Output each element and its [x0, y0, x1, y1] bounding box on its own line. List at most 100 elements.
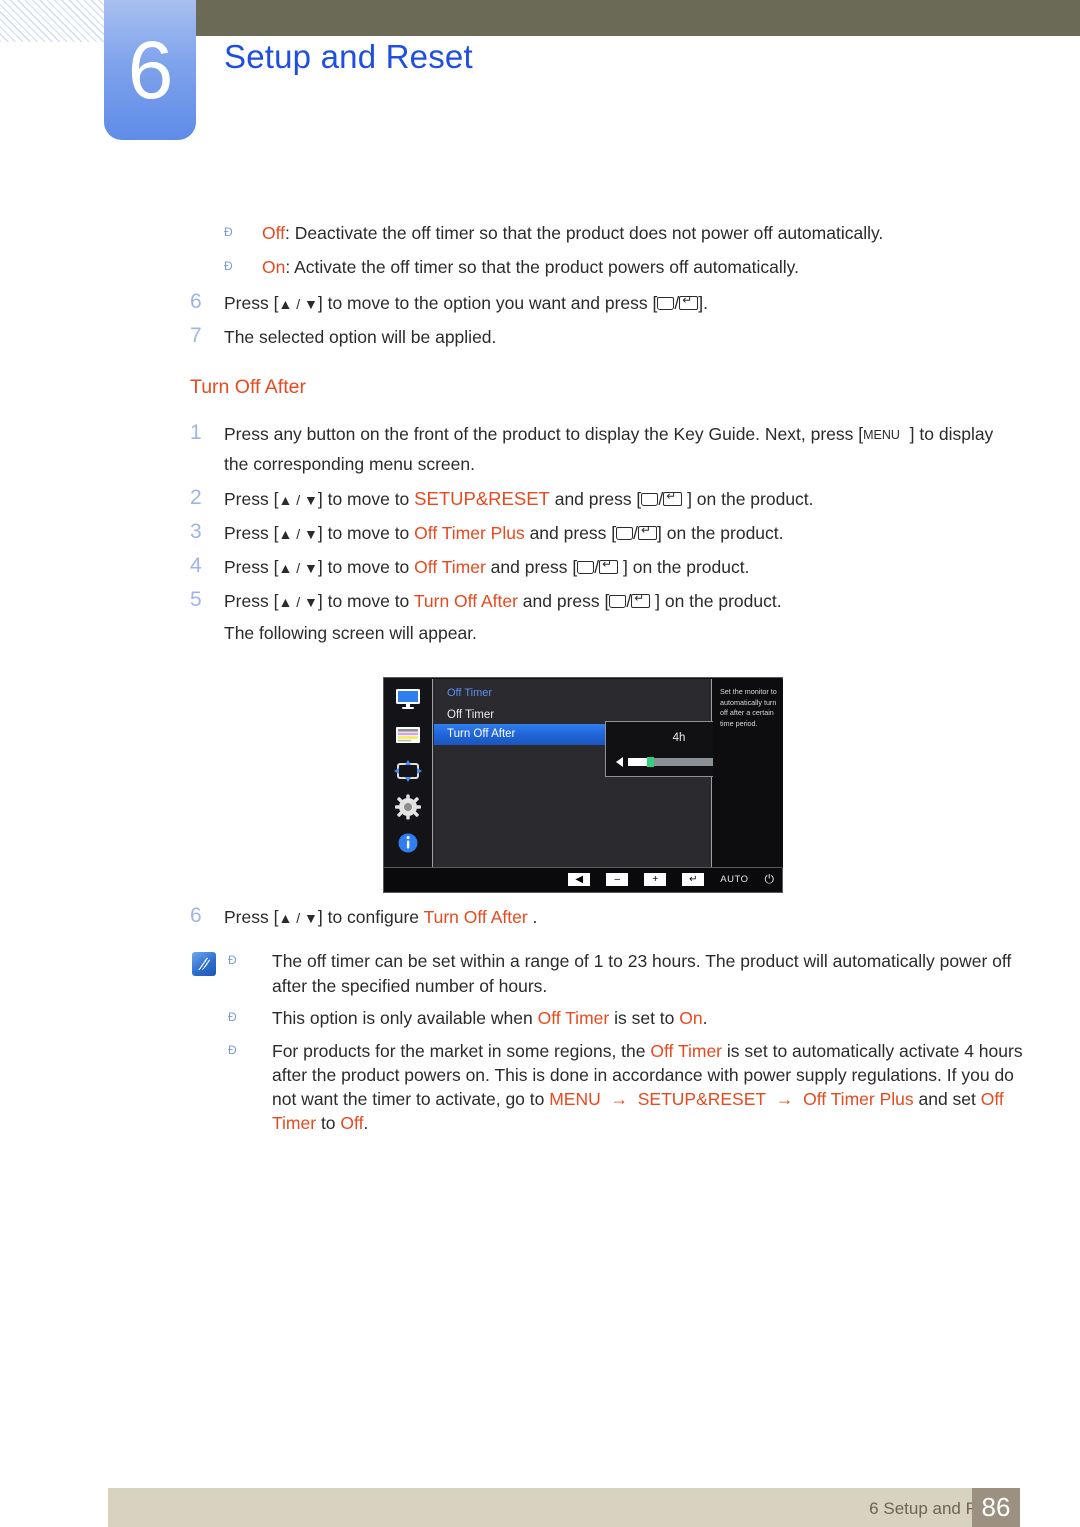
gear-icon[interactable] [393, 794, 423, 820]
source-key-icon [657, 297, 675, 310]
note-3-l1-target: Off Timer [650, 1041, 723, 1061]
note-2-t1: Off Timer [537, 1008, 610, 1028]
step-4: Press [▲ / ▼] to move to Off Timer and p… [224, 552, 749, 583]
osd-plus-button[interactable]: + [644, 873, 667, 886]
bullet-off-text: : Deactivate the off timer so that the p… [285, 223, 884, 243]
after-step5-text: The following screen will appear. [224, 623, 477, 643]
step-text-mid: ] to move to the option you want and pre… [317, 293, 658, 313]
step-number: 1 [190, 421, 202, 444]
footer-page-number: 86 [972, 1488, 1020, 1527]
slider-knob[interactable] [646, 757, 654, 767]
step-3-target: Off Timer Plus [414, 523, 525, 543]
section-subheading: Turn Off After [190, 376, 306, 398]
note-3-l3-pre: not want the timer to activate, go to [272, 1089, 550, 1109]
source-key-icon [577, 561, 595, 574]
step-text-pre: Press [ [224, 293, 279, 313]
updown-arrows: ▲ / ▼ [278, 560, 318, 576]
step-2-post: ] on the product. [687, 489, 814, 509]
note-3-l4-post: . [363, 1113, 369, 1133]
osd-menu-item-off-timer[interactable]: Off Timer [447, 709, 494, 721]
note-icon [192, 952, 216, 976]
step-number: 3 [190, 520, 202, 543]
slider-fill [628, 758, 647, 766]
osd-sidebar [384, 678, 432, 868]
note-3-arrow-1: → [610, 1089, 629, 1109]
step-3-mid: ] to move to [317, 523, 415, 543]
note-2: This option is only available when Off T… [272, 1003, 707, 1033]
menu-key-label: MENU [863, 428, 900, 442]
step-6: Press [▲ / ▼] to configure Turn Off Afte… [224, 902, 537, 933]
step-top-7: The selected option will be applied. [224, 327, 497, 347]
osd-minus-button[interactable]: – [606, 873, 629, 886]
step-1-text-b: ] to display [909, 424, 994, 444]
step-number: 7 [190, 324, 202, 347]
note-3-setup-reset: SETUP&RESET [637, 1089, 767, 1109]
step-3-mid2: and press [ [524, 523, 617, 543]
step-5-mid2: and press [ [517, 591, 610, 611]
note-2-t2: On [679, 1008, 703, 1028]
note-marker: Đ [228, 1043, 237, 1057]
note-3-menu: MENU [549, 1089, 601, 1109]
bullet-off-keyword: Off [262, 223, 286, 243]
note-3-l1-post: is set to automatically activate 4 hours [722, 1041, 1023, 1061]
bullet-marker: Đ [224, 259, 233, 273]
slider-left-arrow-icon[interactable] [616, 757, 623, 767]
step-2-target: SETUP&RESET [414, 488, 550, 509]
color-bars-icon[interactable] [393, 722, 423, 748]
osd-enter-button[interactable]: ↵ [682, 873, 705, 886]
source-key-icon [609, 595, 627, 608]
step-number: 5 [190, 588, 202, 611]
osd-auto-button[interactable]: AUTO [720, 874, 748, 885]
enter-key-icon [599, 559, 619, 574]
step-top-6: Press [▲ / ▼] to move to the option you … [224, 288, 708, 319]
note-3-off-timer-plus: Off Timer Plus [803, 1089, 914, 1109]
updown-arrows: ▲ / ▼ [278, 910, 318, 926]
enter-key-icon [638, 525, 658, 540]
step-4-mid: ] to move to [317, 557, 415, 577]
step-5-post: ] on the product. [655, 591, 782, 611]
osd-menu-item-turn-off-after[interactable]: Turn Off After [434, 724, 606, 745]
step-number: 2 [190, 486, 202, 509]
step-6-post: . [532, 907, 538, 927]
document-body: Đ Off: Deactivate the off timer so that … [0, 0, 1080, 1527]
note-3-l1-pre: For products for the market in some regi… [272, 1041, 651, 1061]
info-icon[interactable] [393, 830, 423, 856]
step-1-line1: Press any button on the front of the pro… [224, 419, 993, 450]
step-number: 6 [190, 904, 202, 927]
note-2-pre: This option is only available when [272, 1008, 538, 1028]
step-3-pre: Press [ [224, 523, 279, 543]
note-3-off: Off [980, 1089, 1004, 1109]
monitor-icon[interactable] [393, 686, 423, 712]
updown-arrows: ▲ / ▼ [278, 296, 318, 312]
note-3-l4-mid: to [316, 1113, 341, 1133]
osd-menu-title: Off Timer [447, 687, 493, 699]
osd-menu-panel: Off Timer Off Timer Turn Off After 4h [432, 679, 753, 868]
step-4-mid2: and press [ [485, 557, 578, 577]
bullet-off: Off: Deactivate the off timer so that th… [262, 218, 883, 248]
step-5: Press [▲ / ▼] to move to Turn Off After … [224, 586, 782, 617]
updown-arrows: ▲ / ▼ [278, 594, 318, 610]
step-6-pre: Press [ [224, 907, 279, 927]
step-5-pre: Press [ [224, 591, 279, 611]
step-text-post: ]. [698, 293, 708, 313]
step-number: 6 [190, 290, 202, 313]
size-position-icon[interactable] [393, 758, 423, 784]
step-4-post: ] on the product. [623, 557, 750, 577]
osd-back-button[interactable]: ◀ [568, 873, 591, 886]
step-number: 4 [190, 554, 202, 577]
enter-key-icon [663, 491, 683, 506]
bullet-on-keyword: On [262, 257, 286, 277]
step-2-pre: Press [ [224, 489, 279, 509]
note-3-line4: Timer to Off. [272, 1108, 368, 1138]
source-key-icon [641, 493, 659, 506]
step-4-pre: Press [ [224, 557, 279, 577]
osd-screenshot: Off Timer Off Timer Turn Off After 4h Se… [383, 677, 783, 893]
osd-power-button[interactable]: ⏻ [765, 872, 775, 887]
updown-arrows: ▲ / ▼ [278, 526, 318, 542]
enter-key-icon [631, 593, 651, 608]
step-3-post: ] on the product. [657, 523, 784, 543]
source-key-icon [616, 527, 634, 540]
step-3: Press [▲ / ▼] to move to Off Timer Plus … [224, 518, 784, 549]
step-5-mid: ] to move to [317, 591, 414, 611]
note-3-line3: not want the timer to activate, go to ME… [272, 1084, 1004, 1114]
